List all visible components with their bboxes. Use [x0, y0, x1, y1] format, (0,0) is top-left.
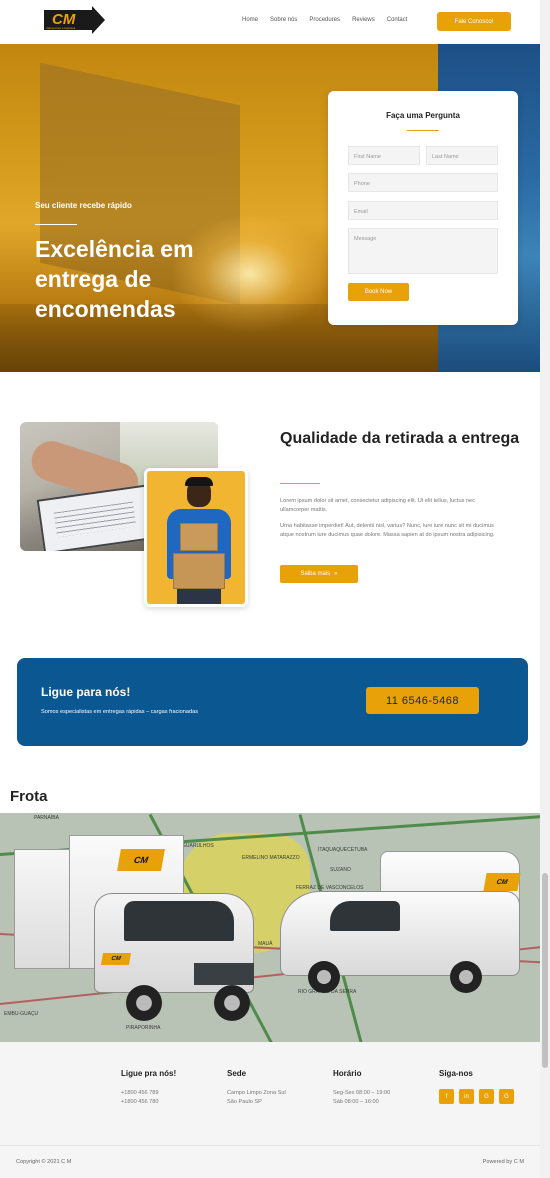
footer-heading: Ligue pra nós!: [121, 1069, 177, 1078]
delivery-man-photo: [144, 468, 248, 607]
phone-button[interactable]: 11 6546-5468: [366, 687, 479, 714]
box-truck: CM CM: [14, 835, 264, 1035]
nav-about[interactable]: Sobre nós: [270, 17, 297, 23]
learn-more-button[interactable]: Saiba mais »: [280, 565, 358, 583]
facebook-icon[interactable]: f: [439, 1089, 454, 1104]
quality-title: Qualidade da retirada a entrega: [280, 430, 520, 447]
site-footer: Ligue pra nós! +1800 456 789 +1800 456 7…: [0, 1042, 540, 1178]
book-now-button[interactable]: Book Now: [348, 283, 409, 301]
map-label: PARNAÍBA: [34, 815, 59, 821]
fleet-image: PARNAÍBA GUARULHOS ERMELINO MATARAZZO IT…: [0, 813, 540, 1042]
quality-paragraph-2: Urna habitasse imperdiet! Aut, deleniti …: [280, 523, 495, 538]
nav-procedures[interactable]: Procedures: [309, 17, 340, 23]
footer-phone-1[interactable]: +1800 456 789: [121, 1089, 176, 1098]
footer-hours-2: Sáb 08:00 – 16:00: [333, 1099, 379, 1105]
brand-logo[interactable]: CM transportes e logística: [42, 6, 106, 35]
main-nav: Home Sobre nós Procedures Reviews Contac…: [242, 17, 407, 23]
first-name-field[interactable]: First Name: [348, 146, 420, 165]
form-divider: [407, 130, 439, 131]
quality-paragraph-1: Lorem ipsum dolor sit amet, consectetur …: [280, 498, 475, 513]
van-logo: CM: [483, 873, 521, 891]
truck-wheel-front: [126, 985, 162, 1021]
footer-col-social: Siga-nos f in G G: [439, 1069, 514, 1104]
photo-cap: [185, 477, 213, 486]
double-chevron-right-icon: »: [334, 571, 338, 577]
hero-divider: [35, 224, 77, 225]
quality-divider: [280, 483, 320, 484]
truck-logo: CM: [117, 849, 165, 871]
nav-reviews[interactable]: Reviews: [352, 17, 375, 23]
truck-grille: [194, 963, 254, 985]
question-form: Faça uma Pergunta First Name Last Name P…: [328, 91, 518, 325]
footer-phone-2[interactable]: +1800 456 780: [121, 1098, 176, 1107]
photo-box-bottom: [173, 553, 225, 589]
contact-us-button[interactable]: Fale Conosco!: [437, 12, 511, 31]
footer-col-address: Sede Campo Limpo Zona Sul São Paulo SP: [227, 1069, 286, 1107]
copyright: Copyright © 2021 C M: [16, 1159, 72, 1165]
footer-divider: [0, 1145, 540, 1146]
truck-wheel-rear: [214, 985, 250, 1021]
fleet-title: Frota: [10, 788, 48, 805]
form-title: Faça uma Pergunta: [386, 111, 460, 120]
call-us-title: Ligue para nós!: [41, 685, 131, 699]
footer-hours-1: Seg-Sex 08:00 – 19:00: [333, 1090, 391, 1096]
footer-heading: Horário: [333, 1069, 362, 1078]
social-links: f in G G: [439, 1089, 514, 1104]
call-us-banner: Ligue para nós! Somos especialistas em e…: [17, 658, 528, 746]
footer-address-1: Campo Limpo Zona Sul: [227, 1090, 286, 1096]
last-name-field[interactable]: Last Name: [426, 146, 498, 165]
footer-heading: Sede: [227, 1069, 247, 1078]
delivery-van: CM: [270, 851, 530, 1011]
linkedin-icon[interactable]: in: [459, 1089, 474, 1104]
svg-text:transportes e logística: transportes e logística: [46, 26, 76, 30]
nav-home[interactable]: Home: [242, 17, 258, 23]
email-field[interactable]: Email: [348, 201, 498, 220]
truck-door-logo: CM: [100, 953, 132, 965]
van-wheel-front: [308, 961, 340, 993]
hero-title: Excelência em entrega de encomendas: [35, 236, 194, 322]
footer-address-2: São Paulo SP: [227, 1099, 262, 1105]
scrollbar-thumb[interactable]: [542, 873, 548, 1068]
truck-windshield: [124, 901, 234, 941]
hero-kicker: Seu cliente recebe rápido: [35, 201, 132, 210]
footer-heading: Siga-nos: [439, 1069, 473, 1078]
page: CM transportes e logística Home Sobre nó…: [0, 0, 550, 1178]
van-wheel-rear: [450, 961, 482, 993]
phone-field[interactable]: Phone: [348, 173, 498, 192]
call-us-subtitle: Somos especialistas em entregas rápidas …: [41, 709, 199, 715]
google-plus-icon[interactable]: G: [479, 1089, 494, 1104]
google-plus-icon[interactable]: G: [499, 1089, 514, 1104]
learn-more-label: Saiba mais: [300, 571, 331, 577]
scrollbar[interactable]: [540, 0, 550, 1178]
nav-contact[interactable]: Contact: [387, 17, 408, 23]
footer-col-phone: Ligue pra nós! +1800 456 789 +1800 456 7…: [121, 1069, 176, 1107]
site-header: CM transportes e logística Home Sobre nó…: [0, 0, 540, 44]
powered-by: Powered by C M: [482, 1159, 524, 1165]
message-field[interactable]: Message: [348, 228, 498, 274]
footer-col-hours: Horário Seg-Sex 08:00 – 19:00 Sáb 08:00 …: [333, 1069, 390, 1107]
van-windshield: [330, 901, 400, 931]
photo-box-top: [180, 523, 218, 551]
